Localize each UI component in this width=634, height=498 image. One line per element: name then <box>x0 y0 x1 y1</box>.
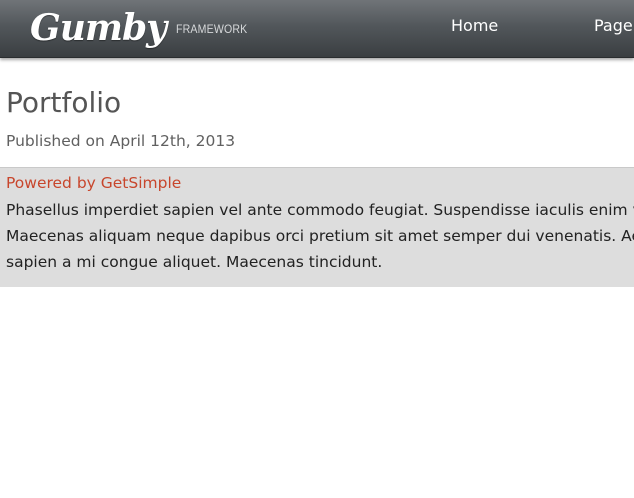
body-paragraph: Phasellus imperdiet sapien vel ante comm… <box>6 197 634 275</box>
content-box: Powered by GetSimple Phasellus imperdiet… <box>0 167 634 287</box>
body-line: sapien a mi congue aliquet. Maecenas tin… <box>6 253 383 271</box>
logo-subtext: FRAMEWORK <box>176 22 248 36</box>
logo-wordmark: Gumby <box>30 7 167 49</box>
page-title: Portfolio <box>6 86 122 119</box>
nav-link-page[interactable]: Page <box>594 0 633 52</box>
nav-link-home[interactable]: Home <box>451 0 498 52</box>
published-date: Published on April 12th, 2013 <box>6 132 236 150</box>
body-line: Maecenas aliquam neque dapibus orci pret… <box>6 227 634 245</box>
site-logo[interactable]: Gumby FRAMEWORK <box>30 3 257 53</box>
powered-by-link[interactable]: Powered by GetSimple <box>6 172 181 194</box>
body-line: Phasellus imperdiet sapien vel ante comm… <box>6 201 634 219</box>
top-navbar: Gumby FRAMEWORK Home Page <box>0 0 634 58</box>
